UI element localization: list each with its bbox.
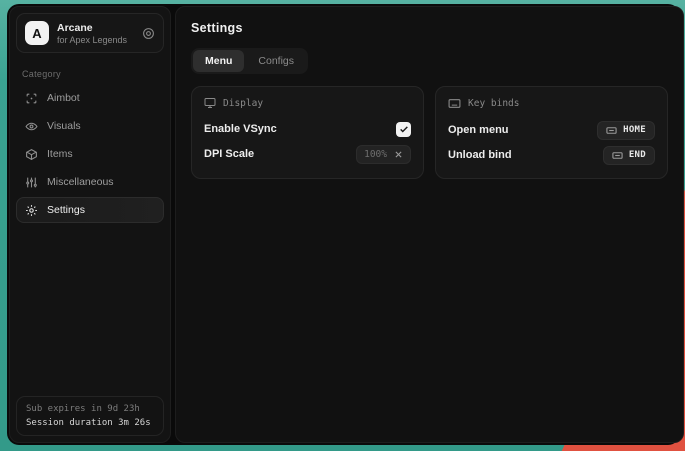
tab-configs[interactable]: Configs (246, 50, 306, 72)
eye-icon (25, 120, 38, 133)
keybind-value: HOME (623, 125, 646, 135)
tab-menu[interactable]: Menu (193, 50, 244, 72)
setting-row-unload-bind: Unload bind END (448, 144, 655, 166)
card-title: Display (223, 98, 263, 109)
open-menu-keybind[interactable]: HOME (597, 121, 655, 140)
sidebar-item-label: Settings (47, 204, 85, 216)
sidebar-item-settings[interactable]: Settings (16, 197, 164, 223)
sidebar: A Arcane for Apex Legends Category (9, 6, 171, 443)
card-title: Key binds (468, 98, 519, 109)
category-label: Category (22, 69, 164, 79)
display-card: Display Enable VSync DPI Scale 100% (191, 86, 424, 179)
setting-row-vsync: Enable VSync (204, 118, 411, 140)
unload-keybind[interactable]: END (603, 146, 655, 165)
setting-label: Open menu (448, 124, 509, 136)
setting-row-open-menu: Open menu HOME (448, 119, 655, 141)
vsync-checkbox[interactable] (396, 122, 411, 137)
profile-card: A Arcane for Apex Legends (16, 13, 164, 53)
app-name: Arcane (57, 22, 127, 34)
settings-cards: Display Enable VSync DPI Scale 100% (191, 86, 668, 179)
tab-bar: Menu Configs (191, 48, 308, 74)
sidebar-nav: Aimbot Visuals Items (16, 85, 164, 223)
keyboard-icon (612, 150, 623, 161)
target-icon[interactable] (142, 27, 155, 40)
setting-label: Enable VSync (204, 123, 277, 135)
sidebar-item-label: Items (47, 148, 73, 160)
setting-label: Unload bind (448, 149, 512, 161)
sidebar-item-miscellaneous[interactable]: Miscellaneous (16, 169, 164, 195)
dpi-scale-input[interactable]: 100% (356, 145, 411, 164)
page-title: Settings (191, 21, 668, 35)
sidebar-item-label: Miscellaneous (47, 176, 114, 188)
keybinds-card: Key binds Open menu HOME Unload bin (435, 86, 668, 179)
sidebar-item-visuals[interactable]: Visuals (16, 113, 164, 139)
close-icon[interactable] (394, 150, 403, 159)
sidebar-item-label: Aimbot (47, 92, 80, 104)
sidebar-item-items[interactable]: Items (16, 141, 164, 167)
keyboard-icon (448, 97, 461, 110)
keybind-value: END (629, 150, 646, 160)
app-subtitle: for Apex Legends (57, 35, 127, 45)
setting-label: DPI Scale (204, 148, 254, 160)
sidebar-item-label: Visuals (47, 120, 81, 132)
setting-row-dpi: DPI Scale 100% (204, 143, 411, 165)
keyboard-icon (606, 125, 617, 136)
monitor-icon (204, 97, 216, 109)
app-logo: A (25, 21, 49, 45)
session-duration-text: Session duration 3m 26s (26, 418, 154, 428)
sidebar-item-aimbot[interactable]: Aimbot (16, 85, 164, 111)
dpi-scale-value: 100% (364, 149, 387, 160)
app-window: A Arcane for Apex Legends Category (7, 4, 680, 445)
main-panel: Settings Menu Configs Display (175, 6, 684, 443)
subscription-info: Sub expires in 9d 23h Session duration 3… (16, 396, 164, 436)
sub-expiry-text: Sub expires in 9d 23h (26, 404, 154, 414)
package-icon (25, 148, 38, 161)
sliders-icon (25, 176, 38, 189)
gear-icon (25, 204, 38, 217)
crosshair-icon (25, 92, 38, 105)
